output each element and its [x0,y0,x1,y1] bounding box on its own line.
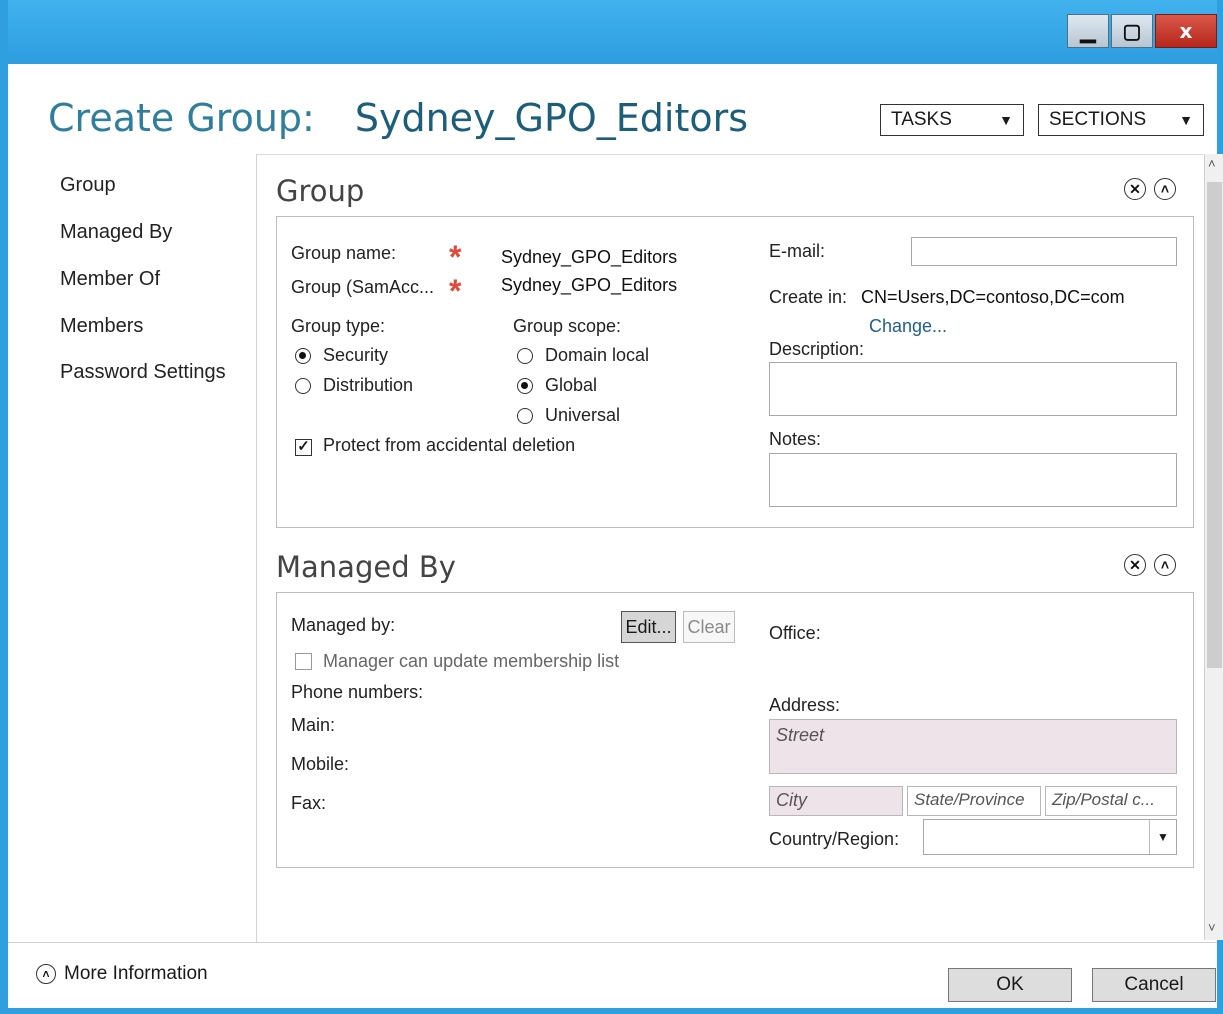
tasks-label: TASKS [891,109,952,130]
email-label: E-mail: [769,241,826,261]
office-label: Office: [769,623,821,643]
protect-checkbox[interactable]: ✓ [295,439,312,456]
distribution-radio[interactable] [295,378,311,394]
mobile-phone-label: Mobile: [291,754,350,774]
notes-input[interactable] [769,453,1177,507]
section-nav: Group Managed By Member Of Members Passw… [8,154,257,942]
chevron-up-icon: ˄ [36,964,56,984]
nav-item-group[interactable]: Group [60,174,116,197]
group-type-label: Group type: [291,316,386,336]
country-label: Country/Region: [769,829,900,849]
minimize-button[interactable]: ▁ [1067,14,1109,48]
scrollbar-thumb[interactable] [1207,182,1222,668]
main-phone-label: Main: [291,715,336,735]
nav-item-managed-by[interactable]: Managed By [60,221,172,244]
country-select[interactable]: ▼ [923,819,1177,855]
scroll-up-icon[interactable]: ˄ [1208,156,1216,171]
more-information-label: More Information [64,963,208,984]
more-information-toggle[interactable]: ˄ More Information [36,963,208,985]
change-link[interactable]: Change... [869,316,947,337]
group-name-label: Group name: [291,243,397,263]
fax-label: Fax: [291,793,327,813]
chevron-down-icon[interactable]: ▼ [1149,820,1176,854]
global-radio[interactable] [517,378,533,394]
vertical-scrollbar[interactable]: ˄ ˅ [1204,154,1223,940]
edit-button[interactable]: Edit... [621,611,676,643]
create-in-label: Create in: [769,287,848,307]
domain-local-label: Domain local [545,345,650,365]
security-radio[interactable] [295,348,311,364]
universal-radio[interactable] [517,408,533,424]
email-input[interactable] [911,237,1177,266]
close-button[interactable]: x [1155,14,1217,48]
ok-button[interactable]: OK [948,968,1072,1002]
chevron-down-icon: ▼ [1179,112,1193,128]
city-input[interactable]: City [769,786,903,816]
scroll-down-icon[interactable]: ˅ [1208,920,1216,935]
manager-update-label: Manager can update membership list [323,651,620,671]
sections-label: SECTIONS [1049,109,1147,130]
close-section-icon[interactable]: ✕ [1124,554,1146,576]
close-icon: x [1179,19,1193,43]
manager-update-checkbox[interactable] [295,653,312,670]
protect-label: Protect from accidental deletion [323,435,576,455]
minimize-icon: ▁ [1080,20,1096,43]
security-label: Security [323,345,389,365]
distribution-label: Distribution [323,375,414,395]
sam-account-label: Group (SamAcc... [291,277,435,297]
footer-divider [8,942,1217,943]
maximize-button[interactable]: ▢ [1111,14,1153,48]
group-panel: Group name: * Sydney_GPO_Editors Group (… [276,216,1194,528]
sections-dropdown[interactable]: SECTIONS ▼ [1038,104,1204,136]
close-section-icon[interactable]: ✕ [1124,178,1146,200]
tasks-dropdown[interactable]: TASKS ▼ [880,104,1024,136]
title-bar[interactable]: ▁ ▢ x [8,0,1217,64]
domain-local-radio[interactable] [517,348,533,364]
managed-by-section-controls: ✕ ˄ [1124,554,1176,576]
nav-item-member-of[interactable]: Member Of [60,268,160,291]
page-title: Create Group: Sydney_GPO_Editors [48,96,748,140]
collapse-section-icon[interactable]: ˄ [1154,178,1176,200]
managed-by-panel: Managed by: Edit... Clear Manager can up… [276,592,1194,868]
maximize-icon: ▢ [1122,20,1142,43]
nav-item-password-settings[interactable]: Password Settings [60,361,226,384]
sam-account-field[interactable]: Sydney_GPO_Editors [501,275,677,296]
phone-numbers-label: Phone numbers: [291,682,424,702]
universal-label: Universal [545,405,621,425]
nav-item-members[interactable]: Members [60,315,143,338]
clear-button[interactable]: Clear [683,611,735,643]
address-label: Address: [769,695,841,715]
group-name-field[interactable]: Sydney_GPO_Editors [501,247,677,268]
page-title-group-name: Sydney_GPO_Editors [354,96,749,140]
description-label: Description: [769,339,865,359]
managed-by-section-title: Managed By [276,550,456,584]
notes-label: Notes: [769,429,822,449]
global-label: Global [545,375,598,395]
collapse-section-icon[interactable]: ˄ [1154,554,1176,576]
group-section-controls: ✕ ˄ [1124,178,1176,200]
group-section-title: Group [276,174,365,208]
group-scope-label: Group scope: [513,316,622,336]
chevron-down-icon: ▼ [999,112,1013,128]
header-divider [256,154,1203,155]
description-input[interactable] [769,362,1177,416]
create-in-value: CN=Users,DC=contoso,DC=com [861,287,1125,307]
managed-by-label: Managed by: [291,615,396,635]
state-input[interactable]: State/Province [907,786,1041,816]
cancel-button[interactable]: Cancel [1092,968,1216,1002]
street-input[interactable]: Street [769,719,1177,774]
required-icon: * [449,273,462,309]
zip-input[interactable]: Zip/Postal c... [1045,786,1177,816]
required-icon: * [449,239,462,275]
create-group-window: ▁ ▢ x Create Group: Sydney_GPO_Editors TA… [0,0,1223,1014]
window-controls: ▁ ▢ x [1065,14,1217,50]
page-title-label: Create Group: [48,96,315,140]
